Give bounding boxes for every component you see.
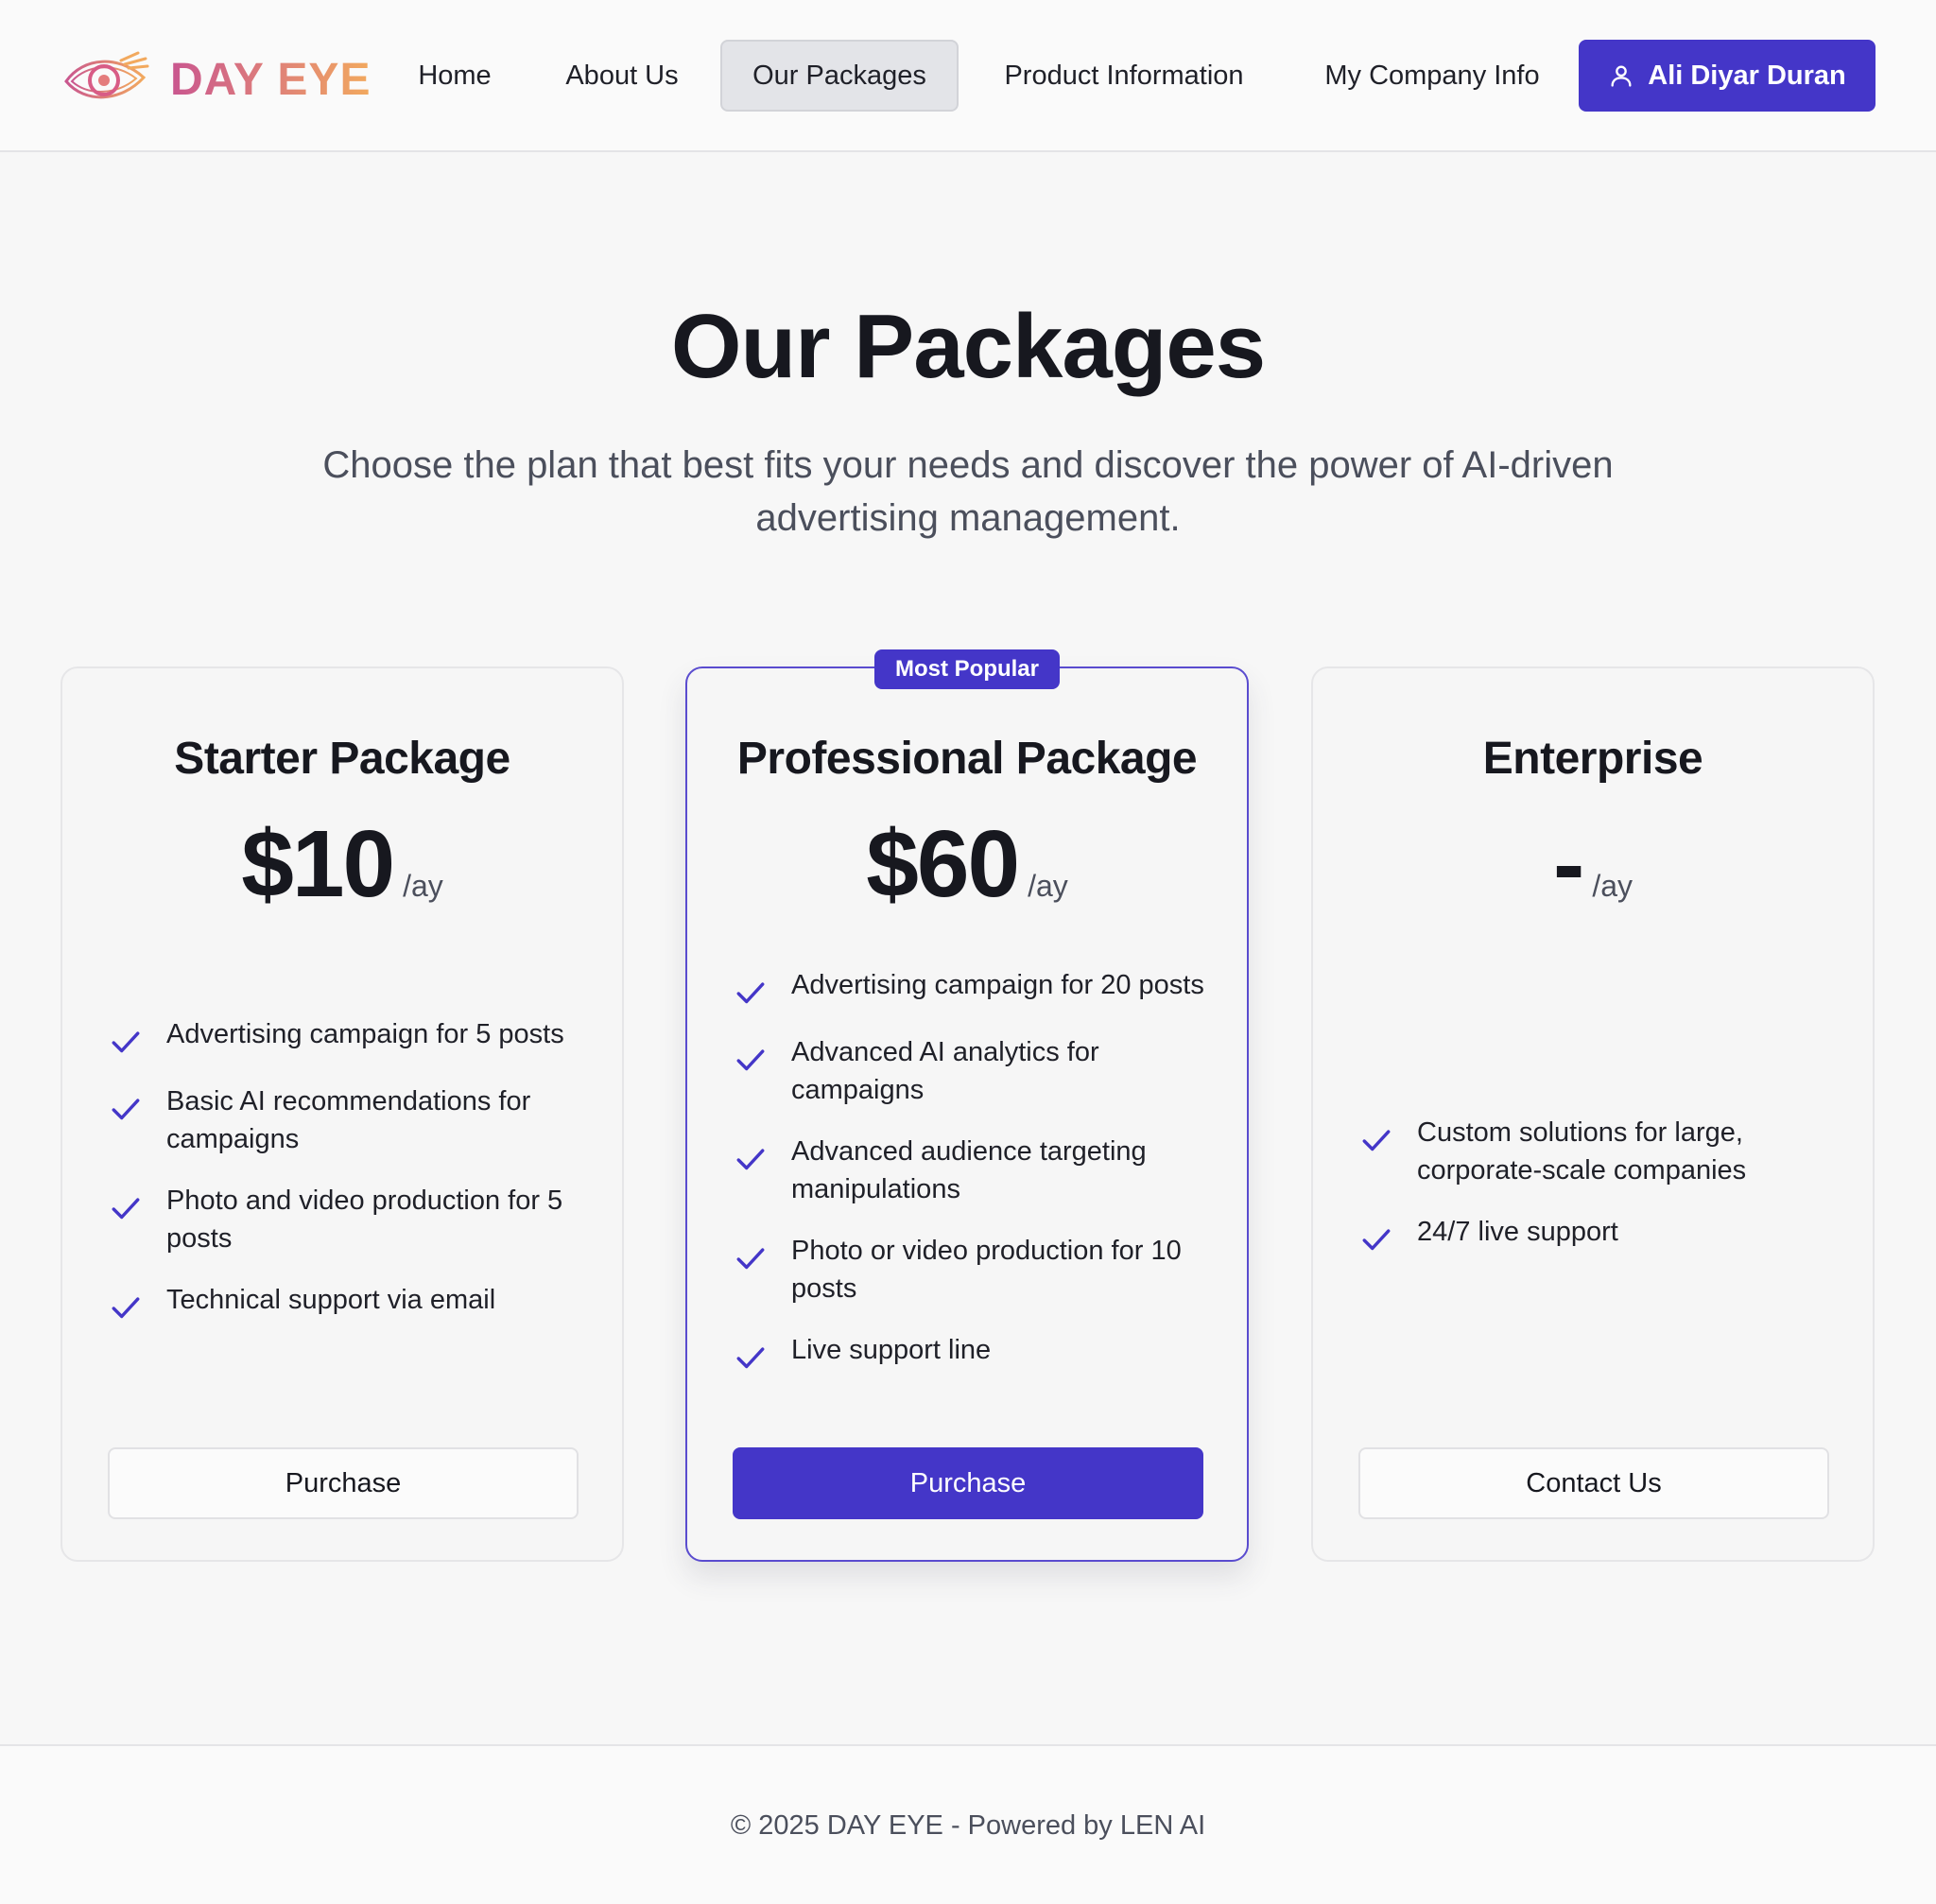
check-icon <box>736 1149 765 1170</box>
nav-home[interactable]: Home <box>399 40 510 112</box>
feature-item: Advanced AI analytics for campaigns <box>735 1033 1207 1109</box>
feature-item: Live support line <box>735 1331 1207 1375</box>
user-account-button[interactable]: Ali Diyar Duran <box>1579 40 1876 112</box>
feature-item: Basic AI recommendations for campaigns <box>110 1082 582 1158</box>
brand-name: DAY EYE <box>170 54 372 105</box>
package-name: Enterprise <box>1482 734 1703 784</box>
feature-text: Advertising campaign for 5 posts <box>166 1019 564 1049</box>
feature-list: Advertising campaign for 20 posts Advanc… <box>735 966 1207 1398</box>
footer-copyright: © 2025 DAY EYE - Powered by LEN AI <box>730 1810 1206 1841</box>
feature-text: Photo and video production for 5 posts <box>166 1186 563 1254</box>
feature-list: Advertising campaign for 5 posts Basic A… <box>110 1015 582 1348</box>
check-icon <box>736 1248 765 1270</box>
feature-item: Photo or video production for 10 posts <box>735 1232 1207 1307</box>
user-name: Ali Diyar Duran <box>1648 60 1846 91</box>
package-price: $60 <box>866 811 1020 917</box>
purchase-button[interactable]: Purchase <box>108 1447 579 1519</box>
feature-text: 24/7 live support <box>1417 1217 1618 1247</box>
package-card-enterprise: Enterprise - /ay Custom solutions for la… <box>1311 666 1875 1562</box>
price-period: /ay <box>403 869 443 903</box>
check-icon <box>112 1198 140 1220</box>
check-icon <box>1362 1229 1391 1251</box>
feature-text: Advanced AI analytics for campaigns <box>791 1037 1099 1105</box>
check-icon <box>112 1297 140 1319</box>
feature-text: Photo or video production for 10 posts <box>791 1236 1182 1304</box>
subtitle-line-2: advertising management. <box>755 497 1181 539</box>
nav-product-information[interactable]: Product Information <box>977 40 1270 112</box>
price-period: /ay <box>1028 869 1068 903</box>
subtitle-line-1: Choose the plan that best fits your need… <box>322 444 1614 486</box>
check-icon <box>112 1099 140 1120</box>
purchase-button[interactable]: Purchase <box>733 1447 1203 1519</box>
feature-text: Advertising campaign for 20 posts <box>791 970 1204 1000</box>
feature-text: Advanced audience targeting manipulation… <box>791 1136 1147 1204</box>
nav-my-company-info[interactable]: My Company Info <box>1305 40 1560 112</box>
feature-text: Technical support via email <box>166 1285 496 1315</box>
price-row: - /ay <box>1313 810 1873 919</box>
feature-item: Advertising campaign for 20 posts <box>735 966 1207 1010</box>
package-price: $10 <box>241 811 395 917</box>
check-icon <box>736 1049 765 1071</box>
package-card-professional: Most Popular Professional Package $60 /a… <box>685 649 1249 1562</box>
feature-item: Custom solutions for large, corporate-sc… <box>1360 1114 1833 1189</box>
feature-item: Photo and video production for 5 posts <box>110 1182 582 1257</box>
page-title: Our Packages <box>670 296 1266 397</box>
page-subtitle: Choose the plan that best fits your need… <box>259 439 1677 545</box>
user-icon <box>1611 65 1632 87</box>
feature-item: Technical support via email <box>110 1281 582 1324</box>
feature-item: 24/7 live support <box>1360 1213 1833 1256</box>
feature-item: Advertising campaign for 5 posts <box>110 1015 582 1059</box>
feature-text: Basic AI recommendations for campaigns <box>166 1086 531 1154</box>
check-icon <box>736 982 765 1004</box>
price-row: $60 /ay <box>687 810 1247 919</box>
brand-logo[interactable]: DAY EYE <box>62 49 371 110</box>
feature-list: Custom solutions for large, corporate-sc… <box>1360 1114 1833 1280</box>
check-icon <box>1362 1130 1391 1151</box>
footer: © 2025 DAY EYE - Powered by LEN AI <box>0 1744 1936 1904</box>
price-row: $10 /ay <box>62 810 622 919</box>
feature-text: Live support line <box>791 1335 992 1365</box>
contact-us-button[interactable]: Contact Us <box>1358 1447 1829 1519</box>
most-popular-badge: Most Popular <box>873 649 1061 689</box>
check-icon <box>112 1031 140 1053</box>
package-name: Professional Package <box>736 734 1198 784</box>
package-card-starter: Starter Package $10 /ay Advertising camp… <box>60 666 624 1562</box>
check-icon <box>736 1347 765 1369</box>
package-name: Starter Package <box>174 734 510 784</box>
nav-about-us[interactable]: About Us <box>544 40 700 112</box>
nav-our-packages[interactable]: Our Packages <box>720 40 959 112</box>
price-period: /ay <box>1592 869 1633 903</box>
eye-logo-icon <box>64 51 149 99</box>
feature-text: Custom solutions for large, corporate-sc… <box>1417 1117 1747 1186</box>
feature-item: Advanced audience targeting manipulation… <box>735 1133 1207 1208</box>
package-price: - <box>1553 811 1584 917</box>
top-navbar: DAY EYE Home About Us Our Packages Produ… <box>0 0 1936 152</box>
